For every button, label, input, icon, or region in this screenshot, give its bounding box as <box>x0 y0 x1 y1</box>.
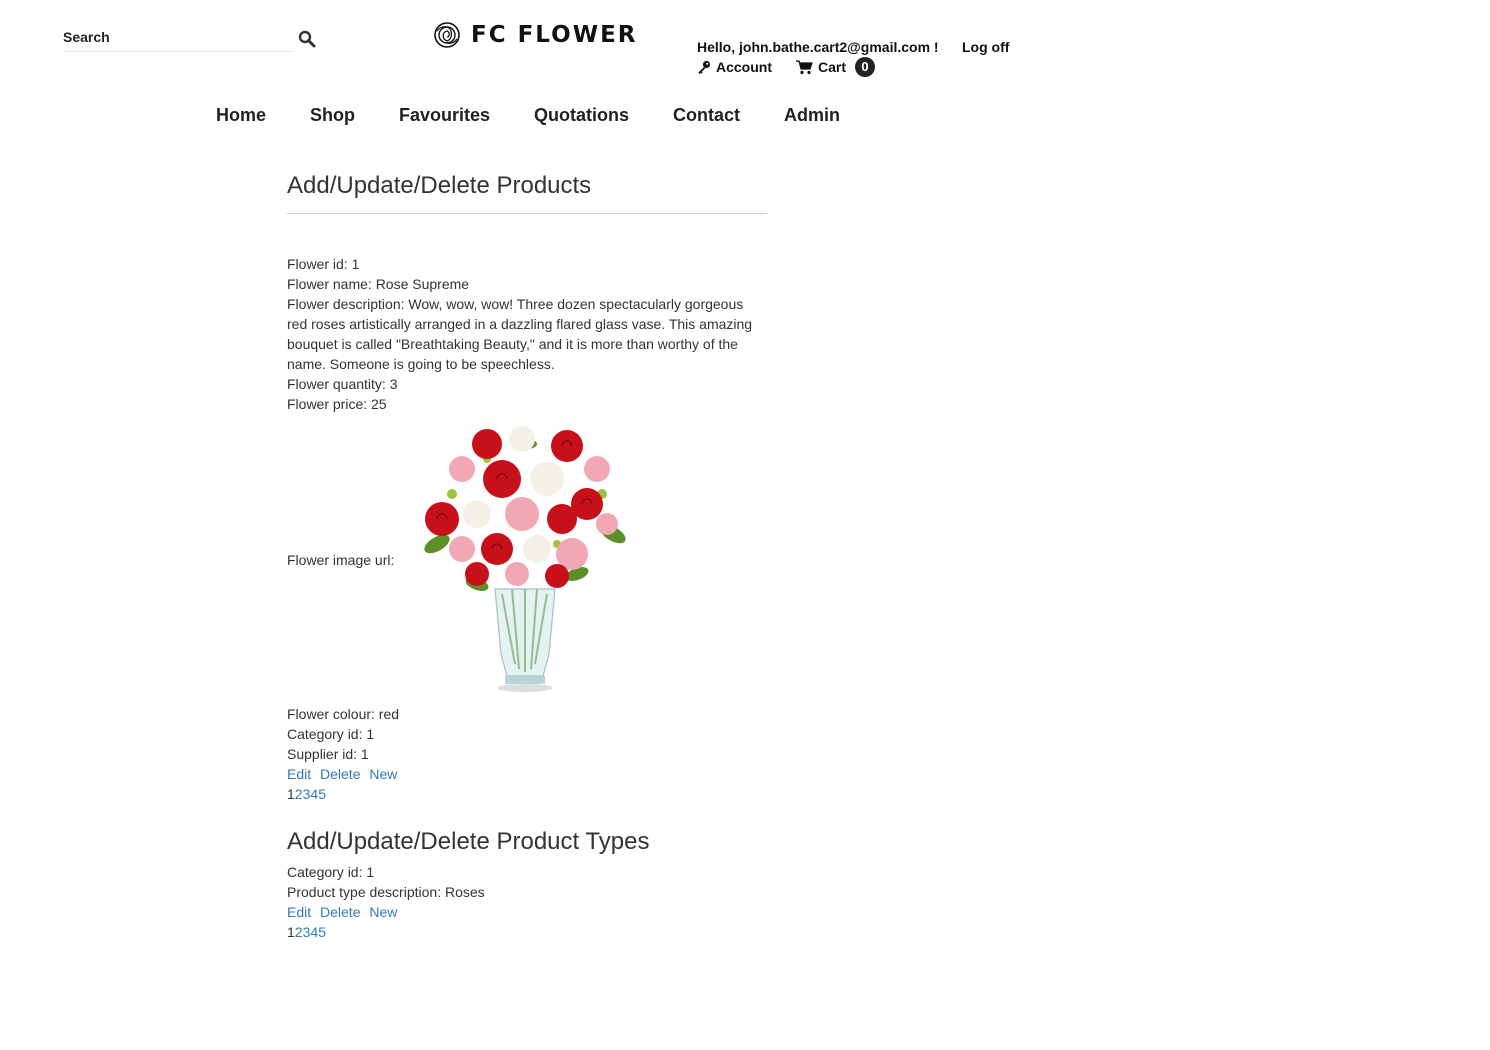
key-icon <box>698 60 711 74</box>
nav-quotations[interactable]: Quotations <box>534 105 629 126</box>
flower-quantity: Flower quantity: 3 <box>287 376 398 392</box>
products-section-title: Add/Update/Delete Products <box>287 172 592 199</box>
type-page-2-link[interactable]: 2 <box>295 924 303 940</box>
new-product-link[interactable]: New <box>369 766 397 782</box>
flower-name: Flower name: Rose Supreme <box>287 276 470 292</box>
type-page-1-current: 1 <box>287 924 295 940</box>
nav-shop[interactable]: Shop <box>310 105 355 126</box>
product-type-description: Product type description: Roses <box>287 884 485 900</box>
site-logo[interactable]: FC FLOWER <box>433 20 638 50</box>
logoff-link[interactable]: Log off <box>962 39 1009 55</box>
category-id: Category id: 1 <box>287 726 375 742</box>
search-field <box>63 27 293 52</box>
search-icon <box>298 30 316 48</box>
product-types-section-title: Add/Update/Delete Product Types <box>287 828 650 855</box>
delete-product-link[interactable]: Delete <box>320 766 360 782</box>
nav-favourites[interactable]: Favourites <box>399 105 490 126</box>
delete-type-link[interactable]: Delete <box>320 904 360 920</box>
rose-logo-icon <box>434 22 460 48</box>
nav-contact[interactable]: Contact <box>673 105 740 126</box>
new-type-link[interactable]: New <box>369 904 397 920</box>
account-label: Account <box>716 59 772 75</box>
cart-label: Cart <box>818 59 847 75</box>
type-category-id: Category id: 1 <box>287 864 375 880</box>
search-input[interactable] <box>63 27 283 47</box>
product-types-pager: 12345 <box>287 922 767 942</box>
page-5-link[interactable]: 5 <box>318 786 326 802</box>
page-2-link[interactable]: 2 <box>295 786 303 802</box>
flower-bouquet-image <box>424 426 626 692</box>
user-greeting: Hello, john.bathe.cart2@gmail.com ! <box>697 39 939 55</box>
supplier-id: Supplier id: 1 <box>287 746 369 762</box>
flower-colour: Flower colour: red <box>287 706 400 722</box>
account-link[interactable]: Account <box>697 59 772 75</box>
product-actions: Edit Delete New <box>287 764 767 784</box>
page-1-current: 1 <box>287 786 295 802</box>
flower-image-row: Flower image url: <box>287 420 767 700</box>
edit-product-link[interactable]: Edit <box>287 766 311 782</box>
logo-text: FC FLOWER <box>471 22 638 48</box>
flower-image-label: Flower image url: <box>287 552 395 568</box>
flower-id: Flower id: 1 <box>287 256 360 272</box>
admin-content: Add/Update/Delete Products Flower id: 1 … <box>287 172 767 942</box>
cart-link[interactable]: Cart 0 <box>796 57 876 77</box>
search-button[interactable] <box>298 30 318 50</box>
product-type-actions: Edit Delete New <box>287 902 767 922</box>
type-page-5-link[interactable]: 5 <box>318 924 326 940</box>
nav-home[interactable]: Home <box>216 105 266 126</box>
flower-description: Flower description: Wow, wow, wow! Three… <box>287 296 753 372</box>
main-nav: Home Shop Favourites Quotations Contact … <box>216 105 840 126</box>
nav-admin[interactable]: Admin <box>784 105 840 126</box>
flower-price: Flower price: 25 <box>287 396 387 412</box>
products-pager: 12345 <box>287 784 767 804</box>
edit-type-link[interactable]: Edit <box>287 904 311 920</box>
cart-count-badge: 0 <box>855 57 876 77</box>
cart-icon <box>796 59 813 74</box>
